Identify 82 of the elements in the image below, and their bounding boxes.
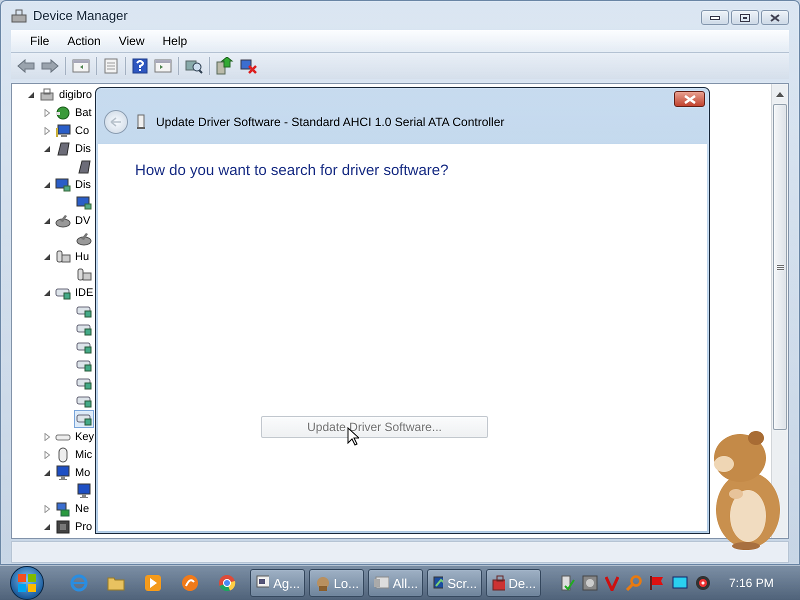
battery-icon	[55, 105, 71, 121]
close-button[interactable]	[761, 10, 789, 25]
window-title: Device Manager	[33, 8, 128, 23]
app-icon	[11, 8, 27, 24]
screen-icon[interactable]	[672, 576, 688, 590]
tree-item[interactable]: Pro	[75, 521, 92, 533]
menu-item[interactable]: Action	[58, 32, 110, 50]
update-driver-icon[interactable]	[216, 57, 234, 75]
tree-pane-icon[interactable]	[72, 58, 90, 74]
computer-icon	[39, 87, 55, 103]
input-device-icon	[55, 249, 71, 265]
collapse-arrow-icon[interactable]	[42, 144, 52, 154]
dvd-drive-icon	[76, 231, 92, 247]
chrome-icon[interactable]	[218, 574, 236, 592]
tree-item[interactable]: Mo	[75, 467, 90, 479]
tree-item[interactable]	[74, 194, 94, 212]
toolbox-icon	[491, 574, 505, 592]
clock: 7:16 PM	[729, 576, 774, 590]
network-icon	[55, 501, 71, 517]
monitor-icon	[55, 465, 71, 481]
tree-item[interactable]: DV	[75, 215, 90, 227]
minimize-icon	[710, 16, 720, 20]
input-device-icon	[76, 267, 92, 283]
dialog-heading: How do you want to search for driver software?	[135, 162, 448, 179]
scan-hardware-icon[interactable]	[185, 58, 203, 74]
help-icon[interactable]	[132, 58, 148, 74]
expand-arrow-icon[interactable]	[42, 504, 52, 514]
action-pane-icon[interactable]	[154, 58, 172, 74]
uninstall-icon[interactable]	[240, 57, 258, 75]
monitor-icon	[55, 123, 71, 139]
flag-icon[interactable]	[649, 575, 665, 591]
close-button[interactable]	[674, 91, 705, 107]
close-icon	[684, 94, 696, 104]
collapse-arrow-icon[interactable]	[26, 90, 36, 100]
properties-icon[interactable]	[103, 58, 119, 74]
maximize-button[interactable]	[731, 10, 759, 25]
tree-item[interactable]: Co	[75, 125, 90, 137]
tree-item[interactable]	[74, 230, 94, 248]
tree-item[interactable]: Dis	[75, 179, 91, 191]
back-arrow-icon[interactable]	[17, 58, 35, 74]
minimize-button[interactable]	[701, 10, 729, 25]
tree-item[interactable]: IDE	[75, 287, 94, 299]
collapse-arrow-icon[interactable]	[42, 468, 52, 478]
collapse-arrow-icon[interactable]	[42, 252, 52, 262]
display-icon	[76, 195, 92, 211]
tree-item[interactable]: Bat	[75, 107, 92, 119]
close-icon	[770, 14, 780, 22]
scroll-up-icon[interactable]	[775, 90, 785, 98]
tree-item[interactable]: digibro	[59, 89, 92, 101]
dvd-drive-icon	[55, 213, 71, 229]
start-button[interactable]	[10, 566, 44, 600]
expand-arrow-icon[interactable]	[42, 108, 52, 118]
processor-icon	[55, 519, 71, 535]
tree-item[interactable]: Hu	[75, 251, 90, 263]
menu-item[interactable]: File	[21, 32, 58, 50]
scrollbar-thumb[interactable]	[773, 104, 787, 430]
collapse-arrow-icon[interactable]	[42, 216, 52, 226]
collapse-arrow-icon[interactable]	[42, 180, 52, 190]
display-icon	[55, 177, 71, 193]
gear-icon[interactable]	[582, 575, 598, 591]
tree-item[interactable]: Dis	[75, 143, 91, 155]
expand-arrow-icon[interactable]	[42, 126, 52, 136]
tree-item[interactable]	[74, 410, 94, 428]
monitor-icon	[76, 483, 92, 499]
tree-item[interactable]: Key	[75, 431, 94, 443]
collapse-arrow-icon[interactable]	[42, 522, 52, 532]
collapse-arrow-icon[interactable]	[42, 288, 52, 298]
expand-arrow-icon[interactable]	[42, 432, 52, 442]
maximize-icon	[740, 14, 750, 22]
battery-check-icon[interactable]	[559, 574, 575, 592]
dialog-title: Update Driver Software - Standard AHCI 1.0 Serial ATA Controller	[156, 115, 504, 129]
tree-item[interactable]: Mic	[75, 449, 92, 461]
speaker-icon[interactable]	[695, 575, 711, 591]
back-arrow-icon	[110, 117, 122, 127]
menu-item[interactable]: Help	[154, 32, 196, 50]
tree-item[interactable]: Ne	[75, 503, 90, 515]
expand-arrow-icon[interactable]	[42, 450, 52, 460]
forward-arrow-icon[interactable]	[41, 58, 59, 74]
device-icon	[136, 114, 146, 130]
media-player-icon[interactable]	[144, 574, 162, 592]
menu-item[interactable]: View	[110, 32, 154, 50]
windows-logo	[17, 573, 37, 593]
